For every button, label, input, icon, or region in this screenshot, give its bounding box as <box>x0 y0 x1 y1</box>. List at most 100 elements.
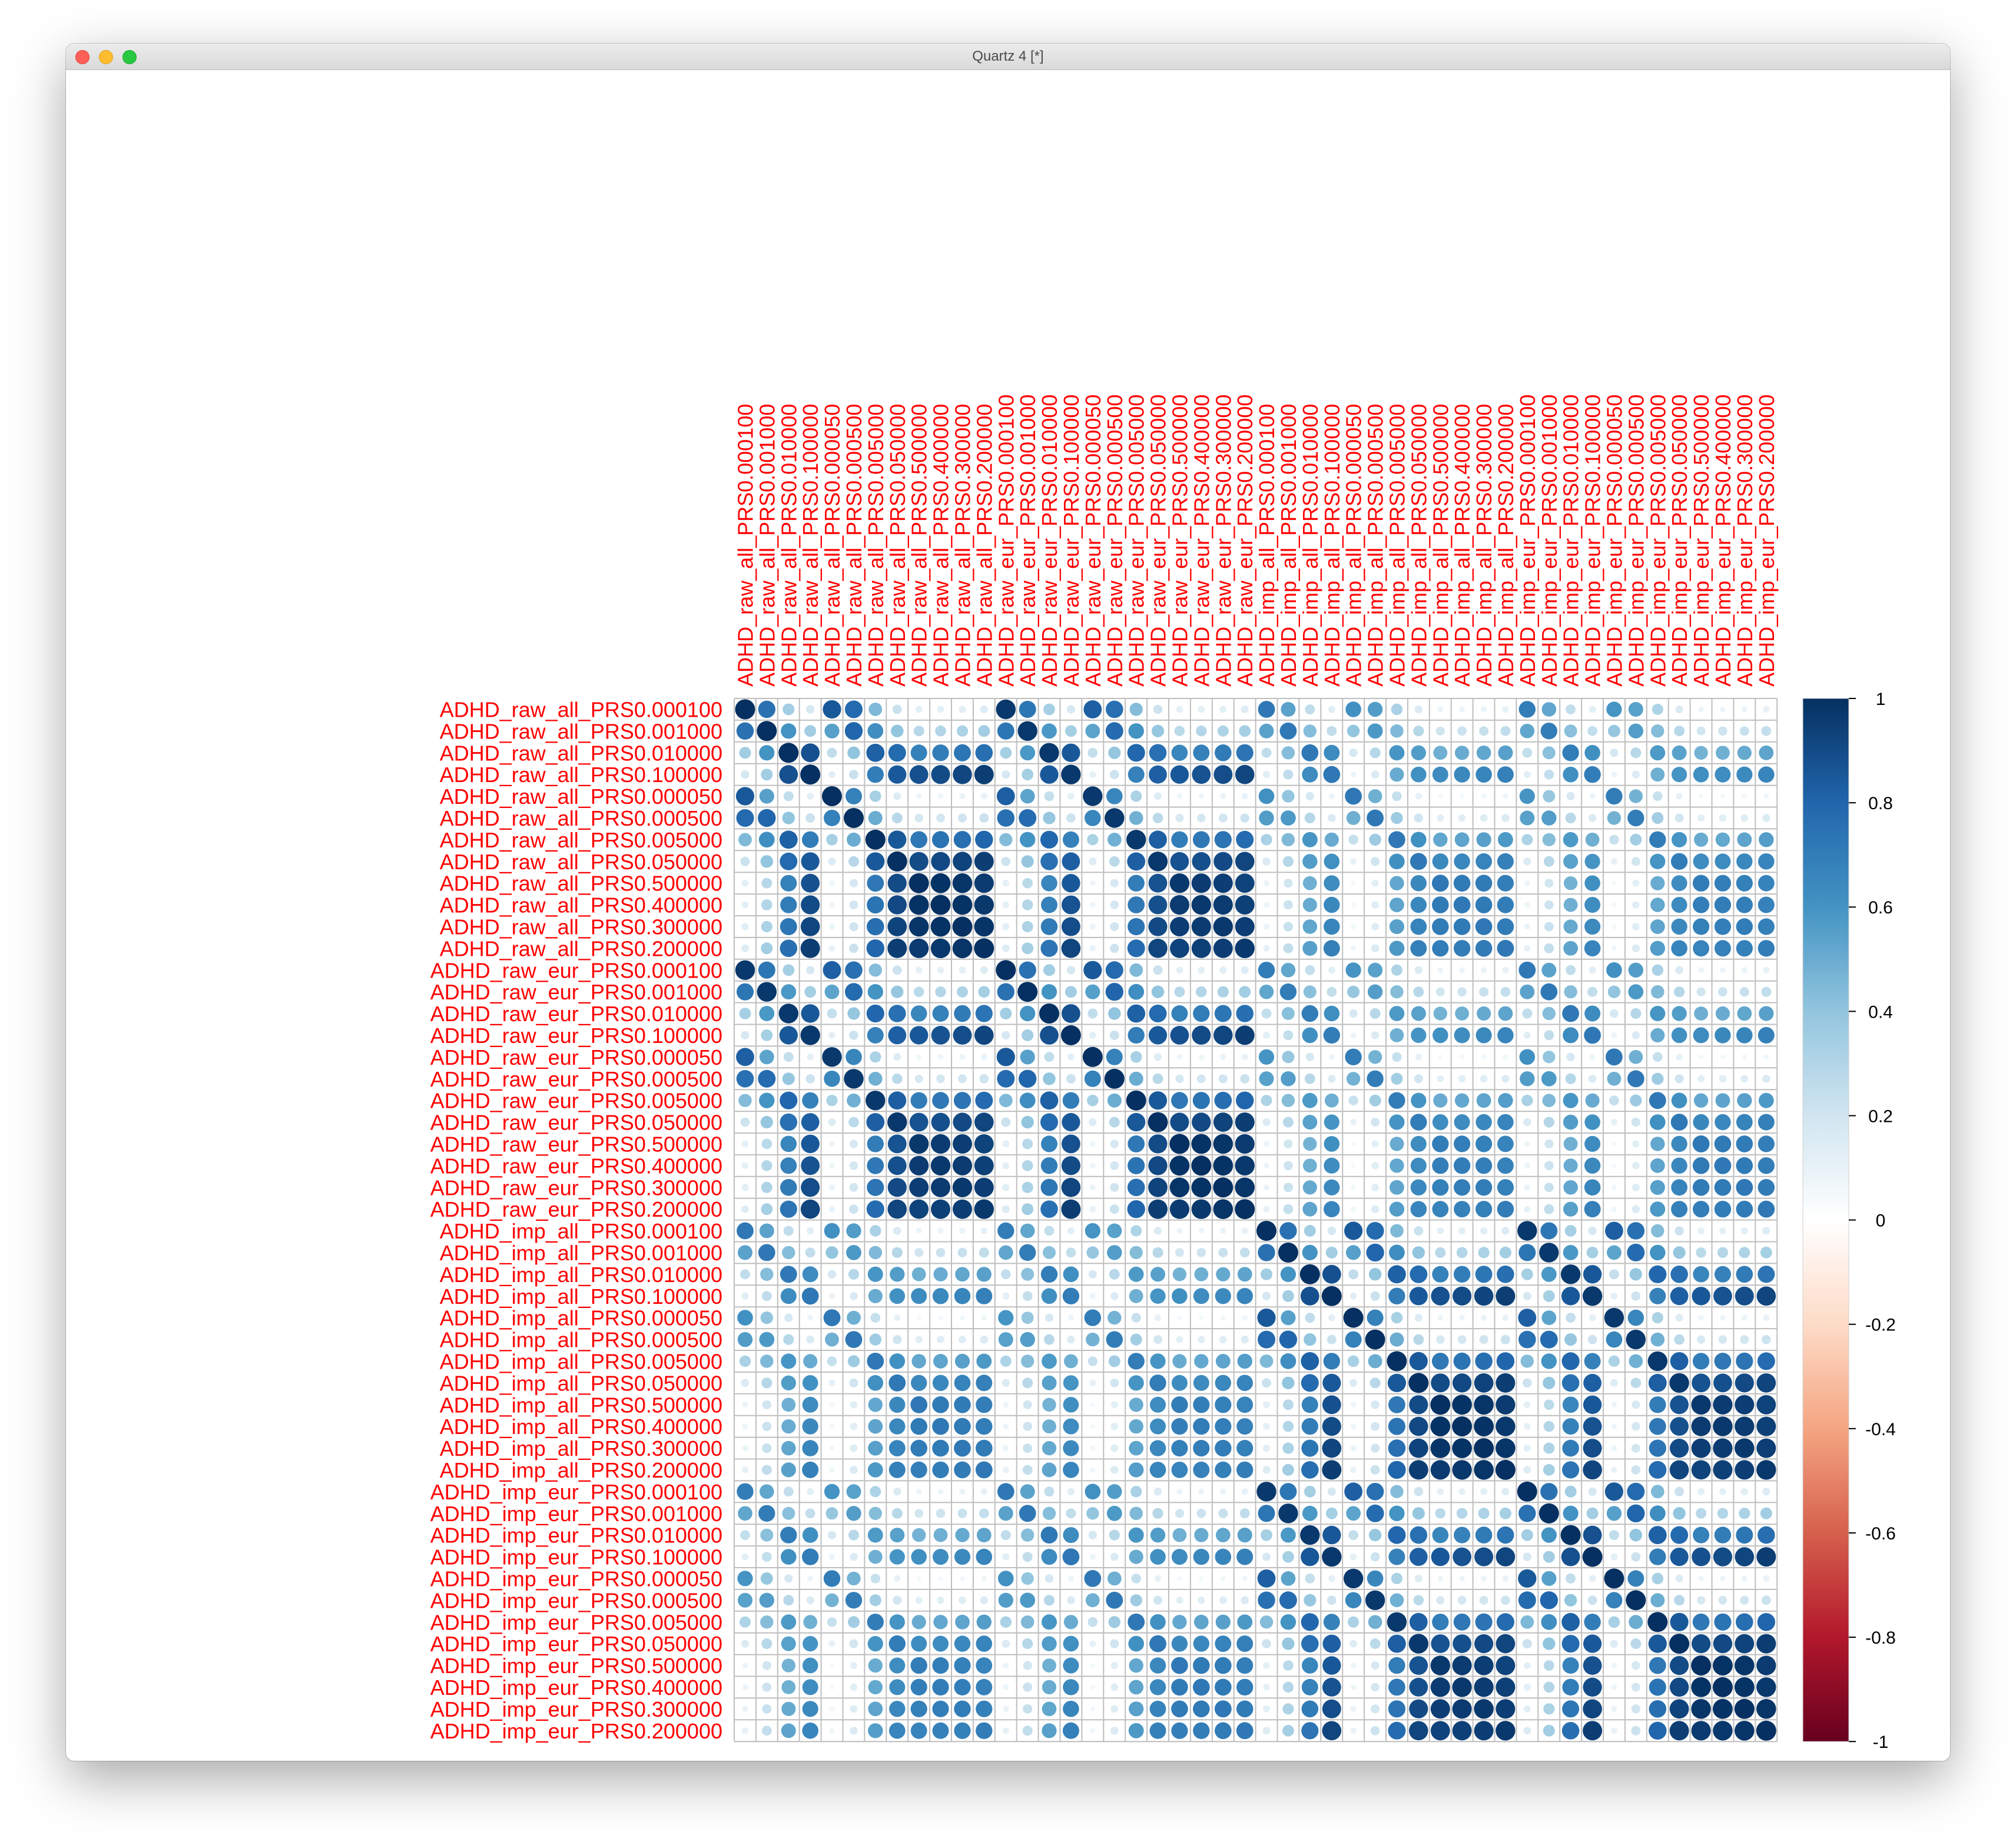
corr-circle <box>1474 1721 1494 1741</box>
corr-circle <box>1263 1401 1270 1409</box>
corr-circle <box>1371 1422 1380 1431</box>
corr-circle <box>891 985 904 998</box>
corr-circle <box>758 1069 776 1088</box>
corr-circle <box>1676 1054 1683 1061</box>
corr-circle <box>888 1091 907 1110</box>
corr-circle <box>1692 1353 1710 1370</box>
corr-circle <box>1019 701 1036 718</box>
corr-circle <box>780 852 798 870</box>
corr-circle <box>1040 1200 1058 1218</box>
corr-circle <box>1523 1466 1531 1474</box>
corr-circle <box>1305 1052 1314 1061</box>
corr-circle <box>1758 853 1775 870</box>
corr-circle <box>955 1528 970 1542</box>
corr-circle <box>1631 1291 1641 1301</box>
corr-circle <box>1129 1701 1144 1717</box>
corr-circle <box>953 831 971 849</box>
corr-circle <box>1170 938 1189 958</box>
corr-circle <box>1194 1267 1209 1281</box>
corr-circle <box>1002 1031 1010 1040</box>
corr-circle <box>954 1635 971 1652</box>
corr-circle <box>1611 1445 1617 1452</box>
corr-circle <box>1649 1548 1666 1565</box>
corr-circle <box>1413 986 1424 998</box>
corr-circle <box>735 699 755 720</box>
corr-circle <box>1171 1005 1188 1022</box>
corr-circle <box>1110 1292 1119 1300</box>
corr-circle <box>1171 1092 1188 1110</box>
corr-circle <box>1389 745 1405 761</box>
corr-circle <box>893 1053 901 1061</box>
corr-circle <box>1191 916 1211 937</box>
corr-circle <box>1734 1677 1755 1697</box>
corr-circle <box>1543 790 1556 803</box>
corr-circle <box>1408 1373 1429 1393</box>
corr-circle <box>997 1222 1014 1240</box>
corr-circle <box>848 1117 859 1128</box>
corr-circle <box>1432 766 1448 783</box>
corr-circle <box>1584 1005 1601 1022</box>
column-label: ADHD_raw_eur_PRS0.200000 <box>1233 395 1257 687</box>
corr-circle <box>1497 896 1514 913</box>
corr-circle <box>1305 1313 1315 1323</box>
corr-circle <box>845 983 863 1001</box>
row-label: ADHD_raw_eur_PRS0.000050 <box>430 1045 722 1069</box>
corr-circle <box>1128 875 1145 892</box>
corr-circle <box>1496 1721 1516 1741</box>
corr-circle <box>1128 1353 1145 1370</box>
corr-circle <box>930 895 951 915</box>
corr-circle <box>1611 1727 1617 1734</box>
corr-circle <box>979 1247 989 1258</box>
corr-circle <box>1236 1657 1254 1674</box>
corr-circle <box>1040 939 1058 957</box>
corr-circle <box>911 1549 927 1565</box>
corr-circle <box>1437 706 1444 713</box>
corr-circle <box>1327 986 1337 997</box>
corr-circle <box>930 1155 951 1176</box>
corr-circle <box>1475 1201 1493 1218</box>
corr-circle <box>1650 876 1665 890</box>
corr-circle <box>1041 875 1057 892</box>
title-bar[interactable]: Quartz 4 [*] <box>66 44 1950 70</box>
corr-circle <box>1066 1247 1076 1258</box>
corr-circle <box>1389 1244 1405 1261</box>
corr-circle <box>1022 1377 1033 1389</box>
corr-circle <box>1412 1507 1425 1520</box>
corr-circle <box>1563 1505 1579 1521</box>
corr-circle <box>1043 703 1055 716</box>
corr-circle <box>1259 1354 1274 1368</box>
corr-circle <box>829 1402 835 1407</box>
corr-circle <box>1713 1634 1733 1654</box>
corr-circle <box>1497 1179 1514 1196</box>
corr-circle <box>1456 1247 1468 1259</box>
corr-circle <box>1523 1031 1531 1039</box>
corr-circle <box>739 747 751 759</box>
corr-circle <box>1090 1663 1095 1668</box>
corr-circle <box>1390 767 1404 782</box>
corr-circle <box>828 771 835 779</box>
corr-circle <box>1241 1054 1248 1061</box>
corr-circle <box>1762 1488 1770 1496</box>
corr-circle <box>1457 726 1467 736</box>
corr-circle <box>1692 1287 1710 1306</box>
corr-circle <box>1062 1004 1080 1023</box>
corr-circle <box>1497 1027 1514 1044</box>
corr-circle <box>996 960 1016 981</box>
corr-circle <box>1127 939 1145 958</box>
corr-circle <box>1171 1678 1188 1696</box>
corr-circle <box>782 1506 795 1520</box>
corr-circle <box>738 1592 752 1608</box>
corr-circle <box>1083 700 1102 718</box>
corr-circle <box>999 1094 1013 1108</box>
corr-circle <box>1453 896 1471 913</box>
corr-circle <box>739 1008 751 1019</box>
corr-circle <box>1497 1201 1514 1218</box>
corr-circle <box>1198 793 1205 799</box>
corr-circle <box>826 834 838 846</box>
corr-circle <box>868 1419 883 1434</box>
corr-circle <box>909 1134 929 1154</box>
corr-circle <box>741 923 749 930</box>
corr-circle <box>802 1418 818 1435</box>
corr-circle <box>805 1074 815 1084</box>
corr-circle <box>1108 746 1121 759</box>
